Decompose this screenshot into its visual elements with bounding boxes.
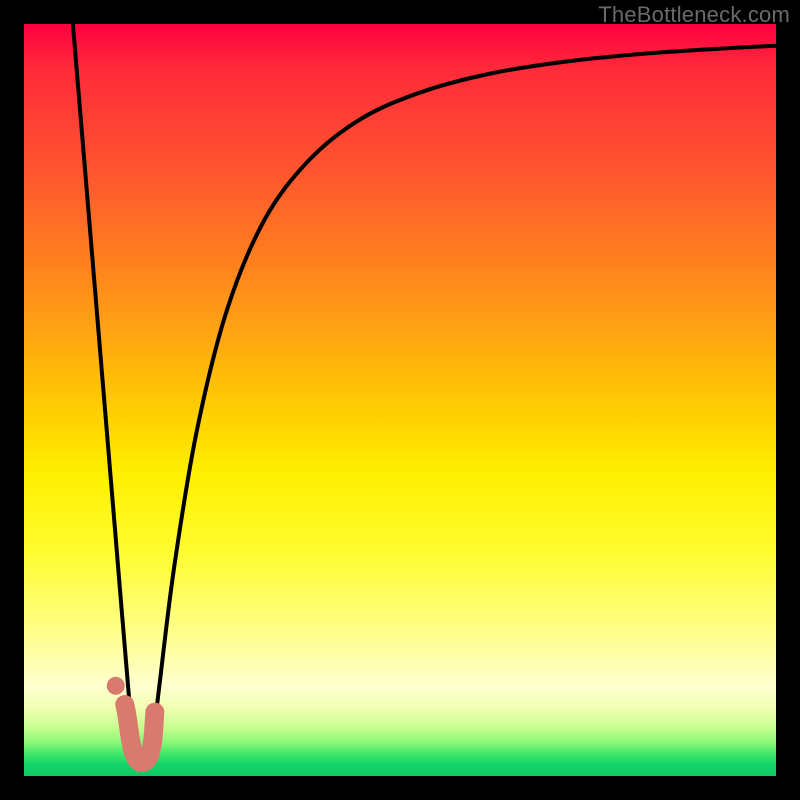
plot-area [24, 24, 776, 776]
j-marker-stroke [125, 705, 155, 763]
right-branch-line [150, 46, 776, 761]
curve-layer [24, 24, 776, 776]
chart-frame: TheBottleneck.com [0, 0, 800, 800]
j-marker-dot [107, 677, 125, 695]
left-branch-line [73, 24, 135, 761]
